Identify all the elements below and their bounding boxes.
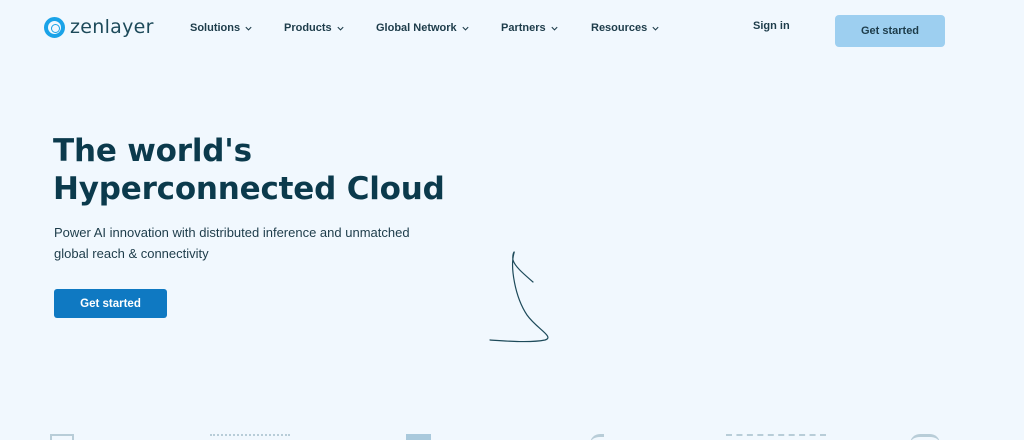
nav-label: Products xyxy=(284,22,332,34)
site-header: zenlayer Solutions Products Global Netwo… xyxy=(0,0,1024,56)
hero-subtitle-line-2: global reach & connectivity xyxy=(54,246,209,261)
chevron-down-icon xyxy=(462,26,469,31)
chevron-down-icon xyxy=(245,26,252,31)
partner-logo xyxy=(50,434,74,440)
hero-title: The world's Hyperconnected Cloud xyxy=(53,132,573,208)
logo-text: zenlayer xyxy=(70,16,154,38)
sign-in-link[interactable]: Sign in xyxy=(753,20,790,32)
partner-logo xyxy=(726,434,826,440)
hero-subtitle: Power AI innovation with distributed inf… xyxy=(54,222,454,264)
hero-title-line-2: Hyperconnected Cloud xyxy=(53,171,445,207)
hero-title-line-1: The world's xyxy=(53,133,252,169)
chevron-down-icon xyxy=(652,26,659,31)
nav-label: Partners xyxy=(501,22,546,34)
partner-logo xyxy=(210,434,290,440)
chevron-down-icon xyxy=(551,26,558,31)
hero-subtitle-line-1: Power AI innovation with distributed inf… xyxy=(54,225,410,240)
nav-label: Solutions xyxy=(190,22,241,34)
partner-logo-strip xyxy=(0,428,1024,440)
logo-ring-icon xyxy=(44,16,65,38)
nav-label: Resources xyxy=(591,22,648,34)
chevron-down-icon xyxy=(337,26,344,31)
nav-global-network[interactable]: Global Network xyxy=(376,20,470,36)
nav-resources[interactable]: Resources xyxy=(591,20,660,36)
nav-label: Global Network xyxy=(376,22,457,34)
partner-logo xyxy=(406,434,431,440)
partner-logo xyxy=(590,434,604,440)
nav-solutions[interactable]: Solutions xyxy=(190,20,253,36)
header-get-started-button[interactable]: Get started xyxy=(835,15,945,47)
zenlayer-logo[interactable]: zenlayer xyxy=(44,15,154,39)
nav-products[interactable]: Products xyxy=(284,20,345,36)
partner-logo xyxy=(910,434,940,440)
nav-partners[interactable]: Partners xyxy=(501,20,559,36)
hero-get-started-button[interactable]: Get started xyxy=(54,289,167,318)
scribble-decoration xyxy=(489,251,549,343)
